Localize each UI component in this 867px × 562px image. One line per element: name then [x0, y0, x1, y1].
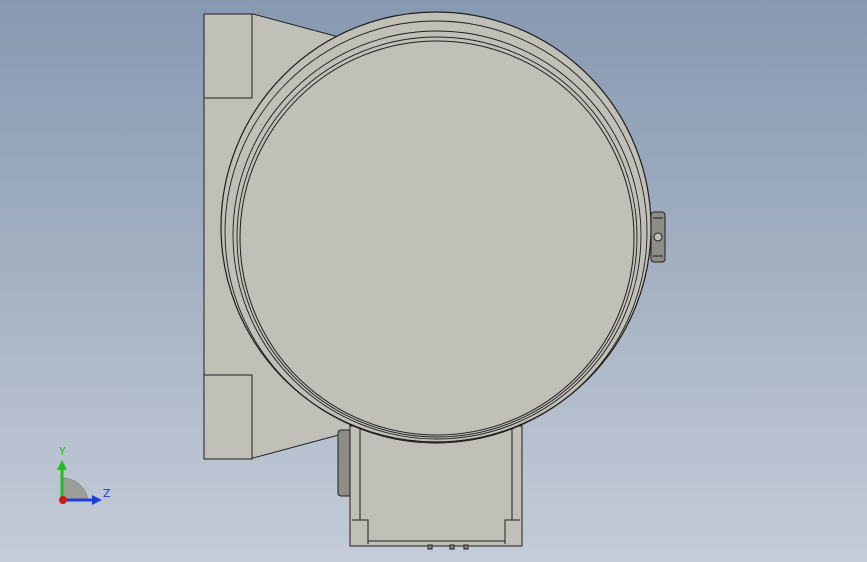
triad-plane-indicator: [61, 477, 89, 501]
y-axis-arrowhead: [57, 460, 67, 470]
z-axis-label: Z: [103, 487, 111, 500]
view-orientation-triad[interactable]: Y Z: [0, 0, 867, 562]
x-axis-origin: [59, 496, 67, 504]
y-axis-label: Y: [58, 445, 66, 458]
graphics-viewport[interactable]: Y Z: [0, 0, 867, 562]
z-axis-arrowhead: [92, 495, 102, 505]
